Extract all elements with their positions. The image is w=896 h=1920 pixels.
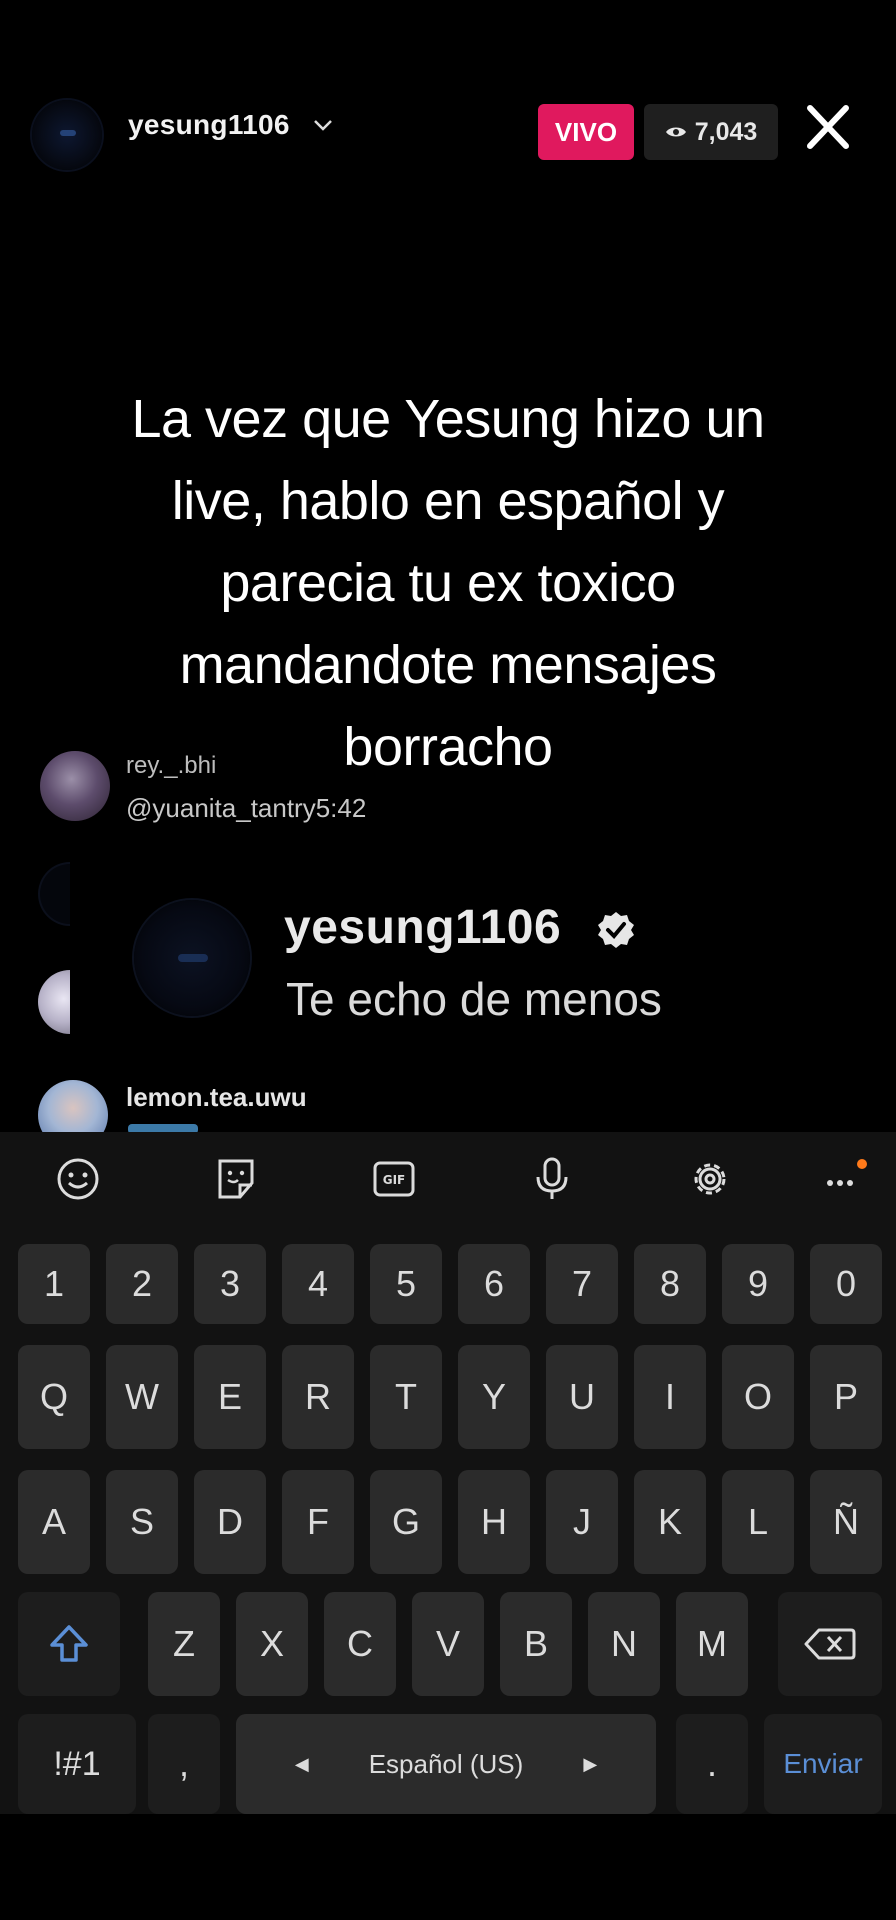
video-caption: La vez que Yesung hizo un live, hablo en…	[60, 378, 836, 788]
caption-line: borracho	[343, 717, 553, 777]
comment-username: lemon.tea.uwu	[126, 1082, 307, 1112]
key-0[interactable]: 0	[810, 1244, 882, 1324]
key-q[interactable]: Q	[18, 1345, 90, 1449]
key-v[interactable]: V	[412, 1592, 484, 1696]
period-key[interactable]: .	[676, 1714, 748, 1814]
chevron-right-icon: ▶	[583, 1753, 598, 1774]
popup-username: yesung1106	[284, 901, 562, 954]
microphone-icon[interactable]	[528, 1155, 576, 1203]
live-badge: VIVO	[538, 104, 634, 160]
sticker-icon[interactable]	[212, 1155, 260, 1203]
more-icon[interactable]	[820, 1155, 868, 1203]
svg-text:GIF: GIF	[383, 1173, 406, 1187]
gif-icon[interactable]: GIF	[370, 1155, 418, 1203]
key-h[interactable]: H	[458, 1470, 530, 1574]
key-d[interactable]: D	[194, 1470, 266, 1574]
caption-line: La vez que Yesung hizo un	[131, 389, 765, 449]
send-key[interactable]: Enviar	[764, 1714, 882, 1814]
key-m[interactable]: M	[676, 1592, 748, 1696]
streamer-avatar[interactable]	[32, 100, 102, 170]
settings-icon[interactable]	[686, 1155, 734, 1203]
key-4[interactable]: 4	[282, 1244, 354, 1324]
key-j[interactable]: J	[546, 1470, 618, 1574]
viewer-count-badge: 7,043	[644, 104, 778, 160]
key-2[interactable]: 2	[106, 1244, 178, 1324]
key-y[interactable]: Y	[458, 1345, 530, 1449]
key-t[interactable]: T	[370, 1345, 442, 1449]
key-1[interactable]: 1	[18, 1244, 90, 1324]
key-r[interactable]: R	[282, 1345, 354, 1449]
popup-message: Te echo de menos	[286, 973, 662, 1025]
emoji-icon[interactable]	[54, 1155, 102, 1203]
key-e[interactable]: E	[194, 1345, 266, 1449]
viewer-count: 7,043	[694, 117, 758, 146]
key-u[interactable]: U	[546, 1345, 618, 1449]
key-s[interactable]: S	[106, 1470, 178, 1574]
key-g[interactable]: G	[370, 1470, 442, 1574]
key-enye[interactable]: Ñ	[810, 1470, 882, 1574]
key-z[interactable]: Z	[148, 1592, 220, 1696]
backspace-icon	[804, 1628, 856, 1660]
comma-key[interactable]: ,	[148, 1714, 220, 1814]
key-o[interactable]: O	[722, 1345, 794, 1449]
key-3[interactable]: 3	[194, 1244, 266, 1324]
key-l[interactable]: L	[722, 1470, 794, 1574]
key-6[interactable]: 6	[458, 1244, 530, 1324]
bottom-bar	[0, 1814, 896, 1920]
key-5[interactable]: 5	[370, 1244, 442, 1324]
shift-icon	[50, 1625, 88, 1662]
key-p[interactable]: P	[810, 1345, 882, 1449]
verified-badge-icon	[598, 912, 634, 948]
symbols-key[interactable]: !#1	[18, 1714, 136, 1814]
key-x[interactable]: X	[236, 1592, 308, 1696]
key-n[interactable]: N	[588, 1592, 660, 1696]
key-i[interactable]: I	[634, 1345, 706, 1449]
key-7[interactable]: 7	[546, 1244, 618, 1324]
popup-avatar	[134, 900, 250, 1016]
key-9[interactable]: 9	[722, 1244, 794, 1324]
key-c[interactable]: C	[324, 1592, 396, 1696]
key-w[interactable]: W	[106, 1345, 178, 1449]
space-bar-language: Español (US)	[368, 1748, 524, 1779]
caption-line: mandandote mensajes	[179, 635, 717, 695]
chevron-left-icon: ◀	[294, 1753, 309, 1774]
key-8[interactable]: 8	[634, 1244, 706, 1324]
streamer-username[interactable]: yesung1106	[128, 109, 290, 141]
backspace-key[interactable]	[778, 1592, 882, 1696]
caption-line: parecia tu ex toxico	[220, 553, 676, 613]
chevron-down-icon[interactable]	[312, 114, 334, 136]
key-k[interactable]: K	[634, 1470, 706, 1574]
space-bar[interactable]: ◀ Español (US) ▶	[236, 1714, 656, 1814]
eye-icon	[665, 127, 686, 137]
key-b[interactable]: B	[500, 1592, 572, 1696]
comment-text: @yuanita_tantry5:42	[126, 793, 367, 823]
caption-line: live, hablo en español y	[171, 471, 725, 531]
key-f[interactable]: F	[282, 1470, 354, 1574]
close-icon[interactable]	[800, 100, 856, 156]
key-a[interactable]: A	[18, 1470, 90, 1574]
shift-key[interactable]	[18, 1592, 120, 1696]
